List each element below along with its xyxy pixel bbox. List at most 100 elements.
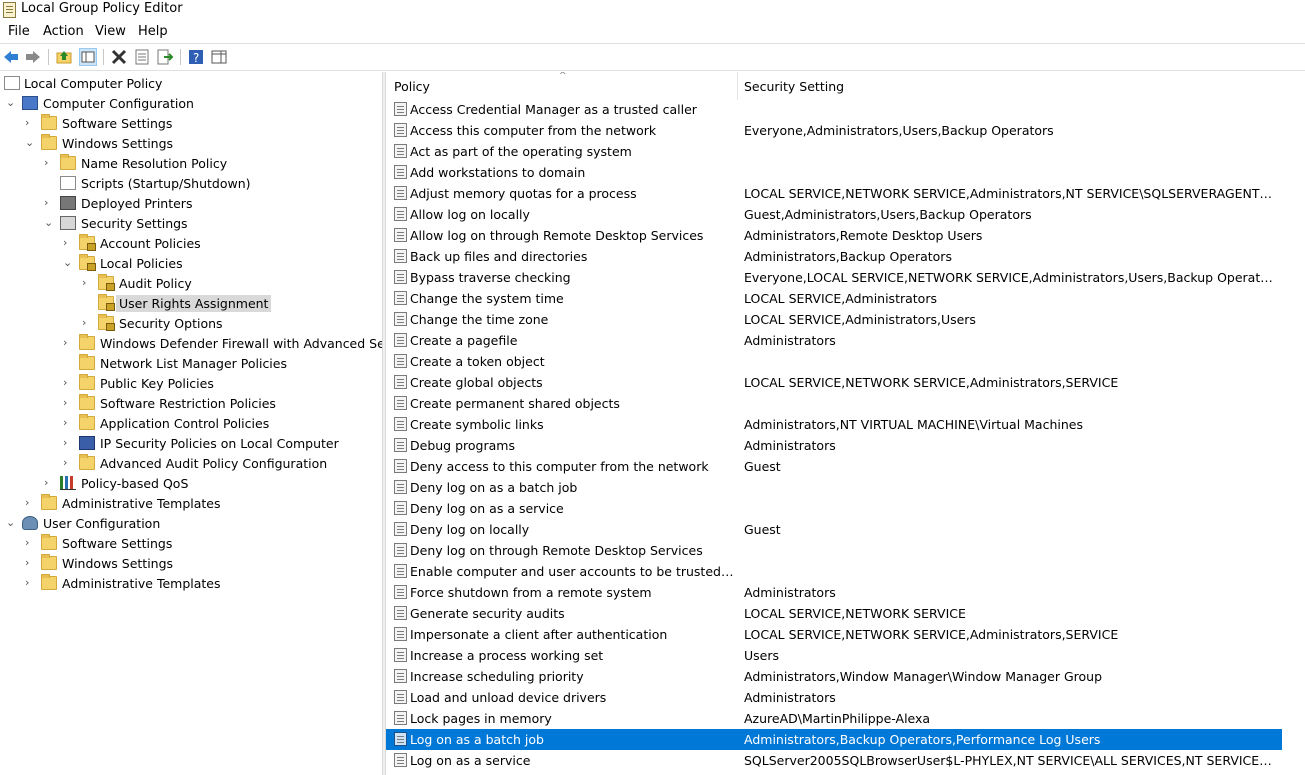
policy-row[interactable]: Access this computer from the network Eve… bbox=[386, 120, 1282, 141]
chevron-right-icon[interactable]: › bbox=[63, 457, 73, 469]
policy-list[interactable]: ^ Policy Security Setting Access Credent… bbox=[386, 72, 1305, 775]
policy-row[interactable]: Debug programs Administrators bbox=[386, 435, 1282, 456]
tree-item-administrative-templates[interactable]: › Administrative Templates bbox=[0, 494, 382, 514]
back-arrow-icon[interactable] bbox=[2, 48, 20, 66]
security-setting-value: LOCAL SERVICE,NETWORK SERVICE,Administra… bbox=[744, 375, 1119, 390]
policy-row[interactable]: Add workstations to domain bbox=[386, 162, 1282, 183]
tree-item-user-windows-settings[interactable]: › Windows Settings bbox=[0, 554, 382, 574]
policy-row[interactable]: Increase a process working set Users bbox=[386, 645, 1282, 666]
policy-name: Change the time zone bbox=[410, 312, 549, 327]
show-hide-tree-icon[interactable] bbox=[79, 48, 97, 66]
tree-item-policy-based-qos[interactable]: › Policy-based QoS bbox=[0, 474, 382, 494]
tree-item-advanced-audit-policy[interactable]: › Advanced Audit Policy Configuration bbox=[0, 454, 382, 474]
policy-row[interactable]: Act as part of the operating system bbox=[386, 141, 1282, 162]
chevron-right-icon[interactable]: › bbox=[63, 237, 73, 249]
policy-row[interactable]: Access Credential Manager as a trusted c… bbox=[386, 99, 1282, 120]
chevron-right-icon[interactable]: › bbox=[63, 437, 73, 449]
tree-item-audit-policy[interactable]: › Audit Policy bbox=[0, 274, 382, 294]
tree-item-local-policies[interactable]: ⌄ Local Policies bbox=[0, 254, 382, 274]
policy-row[interactable]: Generate security audits LOCAL SERVICE,NE… bbox=[386, 603, 1282, 624]
menu-view[interactable]: View bbox=[95, 24, 126, 39]
menu-file[interactable]: File bbox=[8, 24, 30, 39]
chevron-right-icon[interactable]: › bbox=[63, 397, 73, 409]
chevron-right-icon[interactable]: › bbox=[44, 197, 54, 209]
policy-row[interactable]: Increase scheduling priority Administrato… bbox=[386, 666, 1282, 687]
tree-item-user-software-settings[interactable]: › Software Settings bbox=[0, 534, 382, 554]
policy-row[interactable]: Allow log on through Remote Desktop Serv… bbox=[386, 225, 1282, 246]
chevron-down-icon[interactable]: ⌄ bbox=[6, 517, 16, 529]
help-icon[interactable]: ? bbox=[187, 48, 205, 66]
tree-item-user-rights-assignment[interactable]: User Rights Assignment bbox=[0, 294, 382, 314]
tree-item-windows-defender-firewall[interactable]: › Windows Defender Firewall with Advance… bbox=[0, 334, 382, 354]
policy-row[interactable]: Log on as a service SQLServer2005SQLBrows… bbox=[386, 750, 1282, 771]
tree-item-security-settings[interactable]: ⌄ Security Settings bbox=[0, 214, 382, 234]
menu-help[interactable]: Help bbox=[138, 24, 168, 39]
policy-row[interactable]: Log on as a batch job Administrators,Back… bbox=[386, 729, 1282, 750]
policy-row[interactable]: Create global objects LOCAL SERVICE,NETWO… bbox=[386, 372, 1282, 393]
tree-item-ip-security-policies[interactable]: › IP Security Policies on Local Computer bbox=[0, 434, 382, 454]
chevron-down-icon[interactable]: ⌄ bbox=[44, 217, 54, 229]
chevron-right-icon[interactable]: › bbox=[63, 417, 73, 429]
tree-item-application-control[interactable]: › Application Control Policies bbox=[0, 414, 382, 434]
column-header-security-setting[interactable]: Security Setting bbox=[738, 72, 1298, 100]
forward-arrow-icon[interactable] bbox=[24, 48, 42, 66]
chevron-down-icon[interactable]: ⌄ bbox=[25, 137, 35, 149]
policy-row[interactable]: Create symbolic links Administrators,NT V… bbox=[386, 414, 1282, 435]
chevron-right-icon[interactable]: › bbox=[82, 277, 92, 289]
properties-icon[interactable] bbox=[133, 48, 151, 66]
tree-item-user-administrative-templates[interactable]: › Administrative Templates bbox=[0, 574, 382, 594]
export-list-icon[interactable] bbox=[156, 48, 174, 66]
policy-row[interactable]: Force shutdown from a remote system Admin… bbox=[386, 582, 1282, 603]
chevron-down-icon[interactable]: ⌄ bbox=[63, 257, 73, 269]
policy-row[interactable]: Deny log on locally Guest bbox=[386, 519, 1282, 540]
tree-item-deployed-printers[interactable]: › Deployed Printers bbox=[0, 194, 382, 214]
policy-row[interactable]: Adjust memory quotas for a process LOCAL … bbox=[386, 183, 1282, 204]
tree-item-account-policies[interactable]: › Account Policies bbox=[0, 234, 382, 254]
policy-row[interactable]: Impersonate a client after authenticatio… bbox=[386, 624, 1282, 645]
console-tree[interactable]: Local Computer Policy ⌄ Computer Configu… bbox=[0, 72, 382, 775]
policy-row[interactable]: Load and unload device drivers Administra… bbox=[386, 687, 1282, 708]
policy-row[interactable]: Back up files and directories Administrat… bbox=[386, 246, 1282, 267]
policy-row[interactable]: Create permanent shared objects bbox=[386, 393, 1282, 414]
tree-item-public-key-policies[interactable]: › Public Key Policies bbox=[0, 374, 382, 394]
tree-item-user-configuration[interactable]: ⌄ User Configuration bbox=[0, 514, 382, 534]
chevron-right-icon[interactable]: › bbox=[25, 117, 35, 129]
chevron-right-icon[interactable]: › bbox=[63, 377, 73, 389]
up-folder-icon[interactable] bbox=[55, 48, 73, 66]
chevron-right-icon[interactable]: › bbox=[44, 157, 54, 169]
delete-icon[interactable] bbox=[110, 48, 128, 66]
policy-row[interactable]: Allow log on locally Guest,Administrators… bbox=[386, 204, 1282, 225]
tree-item-windows-settings[interactable]: ⌄ Windows Settings bbox=[0, 134, 382, 154]
tree-item-security-options[interactable]: › Security Options bbox=[0, 314, 382, 334]
tree-item-name-resolution-policy[interactable]: › Name Resolution Policy bbox=[0, 154, 382, 174]
tree-item-scripts[interactable]: Scripts (Startup/Shutdown) bbox=[0, 174, 382, 194]
policy-row[interactable]: Create a token object bbox=[386, 351, 1282, 372]
chevron-right-icon[interactable]: › bbox=[25, 497, 35, 509]
tree-item-software-settings[interactable]: › Software Settings bbox=[0, 114, 382, 134]
policy-row[interactable]: Deny log on through Remote Desktop Servi… bbox=[386, 540, 1282, 561]
policy-row[interactable]: Change the time zone LOCAL SERVICE,Admini… bbox=[386, 309, 1282, 330]
policy-row[interactable]: Lock pages in memory AzureAD\MartinPhilip… bbox=[386, 708, 1282, 729]
chevron-down-icon[interactable]: ⌄ bbox=[6, 97, 16, 109]
menu-action[interactable]: Action bbox=[43, 24, 84, 39]
tree-item-software-restriction[interactable]: › Software Restriction Policies bbox=[0, 394, 382, 414]
chevron-right-icon[interactable]: › bbox=[63, 337, 73, 349]
chevron-right-icon[interactable]: › bbox=[25, 537, 35, 549]
lock-folder-icon bbox=[79, 234, 96, 251]
policy-row[interactable]: Deny log on as a service bbox=[386, 498, 1282, 519]
chevron-right-icon[interactable]: › bbox=[44, 477, 54, 489]
policy-row[interactable]: Change the system time LOCAL SERVICE,Admi… bbox=[386, 288, 1282, 309]
column-header-policy[interactable]: ^ Policy bbox=[386, 72, 737, 100]
policy-row[interactable]: Bypass traverse checking Everyone,LOCAL S… bbox=[386, 267, 1282, 288]
policy-row[interactable]: Create a pagefile Administrators bbox=[386, 330, 1282, 351]
tree-item-local-computer-policy[interactable]: Local Computer Policy bbox=[0, 74, 382, 94]
tree-item-network-list-manager[interactable]: Network List Manager Policies bbox=[0, 354, 382, 374]
chevron-right-icon[interactable]: › bbox=[25, 557, 35, 569]
policy-row[interactable]: Enable computer and user accounts to be … bbox=[386, 561, 1282, 582]
chevron-right-icon[interactable]: › bbox=[82, 317, 92, 329]
policy-row[interactable]: Deny log on as a batch job bbox=[386, 477, 1282, 498]
tree-item-computer-configuration[interactable]: ⌄ Computer Configuration bbox=[0, 94, 382, 114]
show-action-pane-icon[interactable] bbox=[210, 48, 228, 66]
chevron-right-icon[interactable]: › bbox=[25, 577, 35, 589]
policy-row[interactable]: Deny access to this computer from the ne… bbox=[386, 456, 1282, 477]
